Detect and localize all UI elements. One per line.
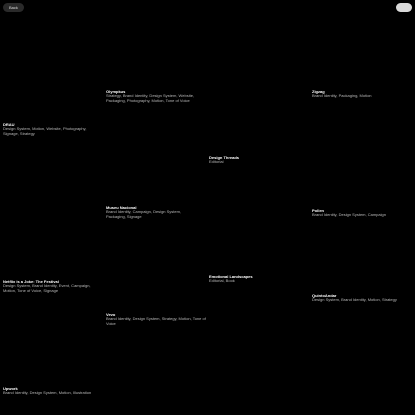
project-item[interactable]: Vevo Brand Identity, Design System, Stra…: [106, 312, 206, 326]
project-tags: Brand Identity, Design System, Campaign: [312, 212, 386, 217]
project-tags: Design System, Motion, Website, Photogra…: [3, 126, 87, 136]
project-item[interactable]: Museu Nacional Brand Identity, Campaign,…: [106, 205, 198, 219]
project-item[interactable]: Zigzag Brand Identity, Packaging, Motion: [312, 89, 412, 99]
project-item[interactable]: Emotional Landscapes Editorial, Book: [209, 274, 309, 284]
project-item[interactable]: Pollen Brand Identity, Design System, Ca…: [312, 208, 412, 218]
project-tags: Design System, Brand Identity, Event, Ca…: [3, 283, 91, 293]
project-item[interactable]: QuintoAndar Design System, Brand Identit…: [312, 293, 412, 303]
project-item[interactable]: Netflix is a Joke: The Festival Design S…: [3, 279, 101, 293]
project-tags: Strategy, Brand Identity, Design System,…: [106, 93, 195, 103]
back-button[interactable]: Back: [3, 3, 24, 12]
project-item[interactable]: Olympkus Strategy, Brand Identity, Desig…: [106, 89, 206, 103]
project-tags: Brand Identity, Packaging, Motion: [312, 93, 372, 98]
project-tags: Design System, Brand Identity, Motion, S…: [312, 297, 397, 302]
project-item[interactable]: Upwork Brand Identity, Design System, Mo…: [3, 386, 103, 396]
project-tags: Editorial: [209, 159, 224, 164]
project-item[interactable]: DRAU Design System, Motion, Website, Pho…: [3, 122, 101, 136]
theme-toggle[interactable]: [396, 3, 412, 12]
project-tags: Brand Identity, Design System, Motion, I…: [3, 390, 92, 395]
project-tags: Brand Identity, Design System, Strategy,…: [106, 316, 206, 326]
project-tags: Editorial, Book: [209, 278, 235, 283]
project-item[interactable]: Design Threads Editorial: [209, 155, 309, 165]
project-tags: Brand Identity, Campaign, Design System,…: [106, 209, 182, 219]
